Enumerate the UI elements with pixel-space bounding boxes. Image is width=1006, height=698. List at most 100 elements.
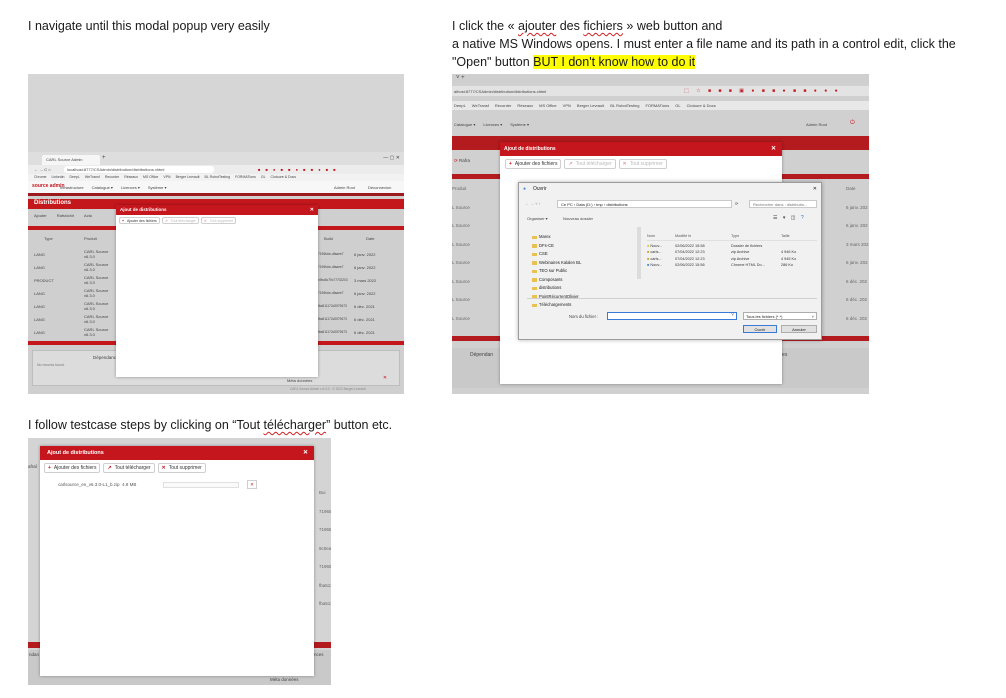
url-field[interactable]: localhost:8777/CSAdmin/distribution/dist…	[64, 166, 214, 173]
bookmark-item[interactable]: MS Office	[143, 175, 158, 179]
browser-tab[interactable]: CARL Source Admin	[42, 155, 100, 165]
refresh-button[interactable]: ⟳ Rafra	[454, 158, 470, 164]
new-tab-icon[interactable]: +	[102, 155, 106, 161]
add-files-button[interactable]: + Ajouter des fichiers	[119, 217, 160, 224]
filename-input[interactable]: ˅	[607, 312, 737, 320]
modal-close-icon[interactable]: ✕	[303, 446, 308, 460]
extension-icons[interactable]: ■ ■ ● ■ ■ ● ■ ■ ● ■ ■	[258, 167, 338, 172]
bookmark-item[interactable]: GL	[261, 175, 266, 179]
bookmark-item[interactable]: Recorder	[495, 103, 511, 108]
file-row[interactable]: ■ Nouv... 02/06/2022 15:56 Chrome HTML Do.…	[647, 262, 817, 269]
bookmark-item[interactable]: Berger Levrault	[577, 103, 604, 108]
window-controls[interactable]: — ▢ ✕	[383, 155, 400, 161]
dialog-nav-arrows-icon[interactable]: ← → ˅ ↑	[525, 201, 541, 206]
column-header-type[interactable]: Type	[44, 236, 53, 241]
bookmark-item[interactable]: FORMATions	[235, 175, 256, 179]
bookmark-item[interactable]: Réseaux	[517, 103, 533, 108]
logout-link[interactable]: Déconnexion	[368, 185, 391, 190]
menu-item[interactable]: Licences ▾	[483, 122, 502, 127]
bookmark-item[interactable]: WeTransf	[85, 175, 100, 179]
toolbar-button[interactable]: Actu	[84, 213, 92, 218]
bookmark-item[interactable]: BL RobotTesting	[205, 175, 231, 179]
col-type[interactable]: Type	[731, 233, 781, 240]
bookmark-item[interactable]: Clotoure & Docs	[687, 103, 716, 108]
dialog-close-icon[interactable]: ✕	[813, 183, 817, 196]
menu-item[interactable]: Système ▾	[510, 122, 529, 127]
extension-icons[interactable]: ⬚ ☆ ■ ■ ■ ▣ ● ■ ■ ● ■ ■ ● ● ●	[684, 88, 841, 94]
bookmark-item[interactable]: VPN	[163, 175, 170, 179]
toolbar-button[interactable]: Ajouter	[34, 213, 47, 218]
bookmark-item[interactable]: BL RobotTesting	[610, 103, 639, 108]
add-files-button[interactable]: + Ajouter des fichiers	[505, 159, 562, 169]
bookmark-item[interactable]: Linkedin	[51, 175, 64, 179]
new-folder-button[interactable]: Nouveau dossier	[563, 216, 593, 221]
modal-close-icon[interactable]: ✕	[771, 142, 776, 156]
bookmark-item[interactable]: Berger Levrault	[176, 175, 200, 179]
refresh-path-icon[interactable]: ⟳	[735, 201, 738, 206]
bookmark-item[interactable]: DeepL	[454, 103, 466, 108]
folder-tree-item[interactable]: Composants	[527, 276, 639, 285]
power-icon[interactable]: ⏻	[850, 120, 855, 127]
bookmark-item[interactable]: DeepL	[70, 175, 80, 179]
view-options-icon[interactable]: ☰ ▾ ◫ ?	[773, 215, 806, 221]
close-panel-icon[interactable]: ✕	[381, 375, 389, 383]
user-name[interactable]: Admin Root	[334, 185, 355, 190]
tree-scrollbar[interactable]	[637, 227, 641, 279]
bookmark-item[interactable]: GL	[675, 103, 680, 108]
menu-item[interactable]: Catalogue ▾	[454, 122, 475, 127]
folder-tree-item[interactable]: Webinaires Kalalen BL	[527, 259, 639, 268]
folder-tree-item[interactable]: CSE	[527, 250, 639, 259]
url-field[interactable]: alhost:8777/CSAdmin/distribution/distrib…	[454, 89, 546, 94]
col-name[interactable]: Nom	[647, 233, 675, 240]
folder-tree-item[interactable]: PointRécurrentOlivier	[527, 293, 639, 302]
main-menu[interactable]: Catalogue ▾ Licences ▾ Système ▾	[454, 122, 537, 127]
user-name[interactable]: Admin Root	[806, 122, 827, 127]
bookmark-item[interactable]: WeTransf	[472, 103, 489, 108]
bookmark-item[interactable]: Réseaux	[124, 175, 138, 179]
page-toolbar[interactable]: Ajouter Rafraîchir Actu	[34, 213, 102, 218]
upload-all-button[interactable]: ↗ Tout télécharger	[103, 463, 155, 473]
menu-item[interactable]: Catalogue ▾	[92, 185, 113, 190]
bookmark-item[interactable]: Clotoure & Docs	[271, 175, 296, 179]
bookmark-item[interactable]: MS Office	[539, 103, 557, 108]
delete-all-button[interactable]: ✕ Tout supprimer	[157, 463, 206, 473]
menu-item[interactable]: Licences ▾	[121, 185, 140, 190]
dialog-path-field[interactable]: Ce PC › Data (D:) › tmp › distributions	[557, 200, 732, 208]
open-button[interactable]: Ouvrir	[743, 325, 777, 333]
cancel-button[interactable]: Annuler	[781, 325, 817, 333]
bookmark-item[interactable]: FORMATions	[645, 103, 669, 108]
column-header-date[interactable]: Date	[366, 236, 374, 241]
bookmark-list[interactable]: Chrome Linkedin DeepL WeTransf Recorder Résea…	[34, 175, 301, 179]
delete-all-button[interactable]: ✕ Tout supprimer	[618, 159, 667, 169]
file-type-filter[interactable]: Tous les fichiers (*.*) ˅	[743, 312, 817, 320]
tab-controls[interactable]: ˅ +	[456, 75, 465, 81]
toolbar-button[interactable]: Rafraîchir	[57, 213, 74, 218]
col-size[interactable]: Taille	[781, 233, 811, 240]
delete-all-button[interactable]: ✕ Tout supprimer	[200, 217, 236, 224]
upload-all-button[interactable]: ↗ Tout télécharger	[564, 159, 616, 169]
refresh-button[interactable]: afraî	[28, 464, 37, 469]
bookmark-item[interactable]: VPN	[563, 103, 571, 108]
col-modified[interactable]: Modifié le	[675, 233, 731, 240]
upload-all-button[interactable]: ↗ Tout télécharger	[161, 217, 199, 224]
dialog-search-field[interactable]: Rechercher dans : distributio...	[749, 200, 817, 208]
menu-item[interactable]: Système ▾	[148, 185, 167, 190]
column-header-build[interactable]: Build	[324, 236, 333, 241]
folder-tree-item[interactable]: Marex	[527, 233, 639, 242]
folder-tree-item[interactable]: DFs-CE	[527, 242, 639, 251]
filename-dropdown-icon[interactable]: ˅	[731, 312, 734, 318]
main-menu[interactable]: Infrastructure Catalogue ▾ Licences ▾ Systè…	[60, 185, 175, 190]
bookmark-item[interactable]: Recorder	[105, 175, 119, 179]
column-header-product[interactable]: Produit	[84, 236, 97, 241]
modal-close-icon[interactable]: ✕	[310, 205, 314, 215]
bookmark-item[interactable]: Chrome	[34, 175, 46, 179]
folder-tree-item[interactable]: TEO sur Public	[527, 267, 639, 276]
bookmark-list[interactable]: DeepL WeTransf Recorder Réseaux MS Office VPN…	[454, 103, 722, 108]
organise-button[interactable]: Organiser ▾	[527, 216, 548, 221]
remove-file-button[interactable]: ✕	[247, 480, 257, 489]
nav-arrows-icon[interactable]: ← → C ⌂	[34, 167, 51, 172]
add-files-button[interactable]: + Ajouter des fichiers	[44, 463, 101, 473]
menu-item[interactable]: Infrastructure	[60, 185, 84, 190]
folder-tree-item[interactable]: Téléchargements	[527, 301, 639, 310]
folder-tree-item[interactable]: distributions	[527, 284, 639, 293]
